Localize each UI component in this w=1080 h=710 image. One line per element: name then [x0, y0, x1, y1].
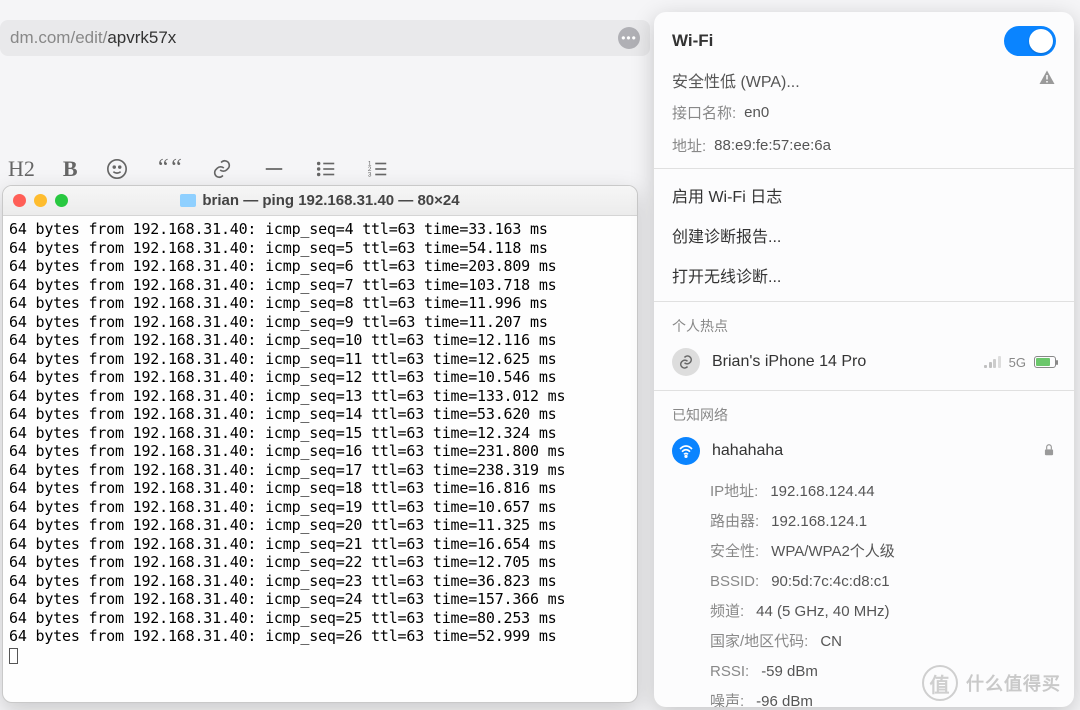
cursor-icon [9, 648, 18, 664]
minimize-button[interactable] [34, 194, 47, 207]
editor-toolbar: H2 B ““ 123 [0, 155, 390, 182]
url-path-faint: /edit/ [70, 28, 107, 48]
terminal-title: brian — ping 192.168.31.40 — 80×24 [3, 192, 637, 209]
folder-icon [180, 194, 196, 207]
close-button[interactable] [13, 194, 26, 207]
traffic-lights[interactable] [13, 194, 68, 207]
warning-icon [1038, 69, 1056, 92]
link-button[interactable] [210, 158, 234, 180]
emoji-button[interactable] [106, 158, 128, 180]
address-value: 88:e9:fe:57:ee:6a [714, 137, 831, 154]
signal-icon [984, 356, 1001, 368]
wifi-toggle[interactable] [1004, 26, 1056, 56]
battery-icon [1034, 356, 1056, 368]
security-warning: 安全性低 (WPA)... [672, 68, 800, 92]
maximize-button[interactable] [55, 194, 68, 207]
watermark-icon: 值 [922, 665, 958, 701]
known-network-row[interactable]: hahahaha [654, 429, 1074, 473]
personal-hotspot-label: 个人热点 [654, 308, 1074, 340]
lock-icon [1042, 443, 1056, 460]
hr-button[interactable] [262, 158, 286, 180]
url-bar[interactable]: dm.com/edit/apvrk57x ••• [0, 20, 650, 56]
known-networks-label: 已知网络 [654, 397, 1074, 429]
hotspot-name: Brian's iPhone 14 Pro [712, 353, 866, 371]
terminal-titlebar[interactable]: brian — ping 192.168.31.40 — 80×24 [3, 186, 637, 216]
interface-value: en0 [744, 104, 769, 121]
wifi-title: Wi-Fi [672, 31, 713, 51]
address-label: 地址: [672, 135, 706, 156]
unordered-list-button[interactable] [314, 158, 338, 180]
terminal-body[interactable]: 64 bytes from 192.168.31.40: icmp_seq=4 … [3, 216, 637, 668]
hotspot-icon [672, 348, 700, 376]
quote-button[interactable]: ““ [156, 155, 183, 182]
ordered-list-button[interactable]: 123 [366, 158, 390, 180]
more-icon[interactable]: ••• [618, 27, 640, 49]
url-domain: dm.com [10, 28, 70, 48]
hotspot-row[interactable]: Brian's iPhone 14 Pro 5G [654, 340, 1074, 384]
interface-label: 接口名称: [672, 102, 736, 123]
url-path: apvrk57x [107, 28, 176, 48]
svg-text:3: 3 [368, 171, 372, 178]
open-wireless-diag[interactable]: 打开无线诊断... [654, 255, 1074, 295]
wifi-panel: Wi-Fi 安全性低 (WPA)... 接口名称: en0 地址: 88:e9:… [654, 12, 1074, 707]
heading-button[interactable]: H2 [8, 156, 35, 182]
enable-wifi-log[interactable]: 启用 Wi-Fi 日志 [654, 175, 1074, 215]
watermark: 值 什么值得买 [922, 664, 1072, 702]
5g-label: 5G [1009, 355, 1026, 370]
wifi-icon [672, 437, 700, 465]
terminal-window[interactable]: brian — ping 192.168.31.40 — 80×24 64 by… [2, 185, 638, 703]
watermark-text: 什么值得买 [966, 670, 1061, 696]
network-name: hahahaha [712, 442, 783, 460]
bold-button[interactable]: B [63, 156, 78, 182]
create-diag-report[interactable]: 创建诊断报告... [654, 215, 1074, 255]
